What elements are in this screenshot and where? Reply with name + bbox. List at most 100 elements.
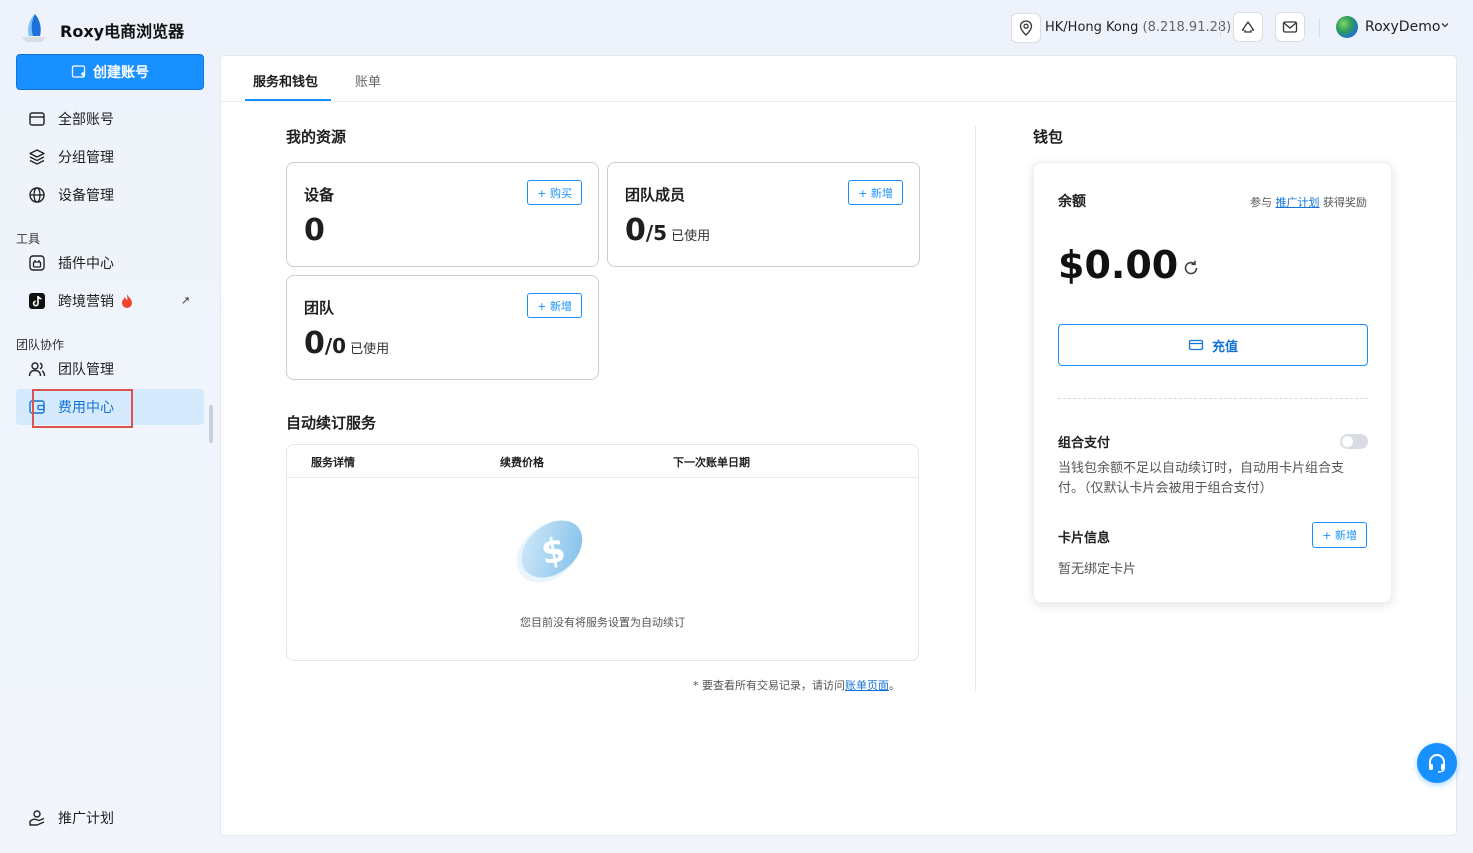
sidebar-item-plugins[interactable]: 插件中心 (16, 245, 204, 281)
users-icon (28, 362, 46, 377)
layers-icon (29, 149, 45, 165)
column-header: 下一次账单日期 (673, 456, 750, 469)
sidebar-item-all-accounts[interactable]: 全部账号 (16, 101, 204, 137)
teams-used-label: 已使用 (350, 342, 390, 357)
divider (1220, 18, 1221, 38)
members-count: 0/5 已使用 (625, 213, 710, 248)
column-header: 续费价格 (500, 456, 544, 469)
affiliate-link[interactable]: 推广计划 (1276, 196, 1320, 209)
auto-renew-table: 服务详情 续费价格 下一次账单日期 $ 您目前没有将服务设置为自动续订 (286, 444, 919, 661)
main-panel: 服务和钱包 账单 我的资源 设备 0 + 购买 团队成员 0/5 已使用 + 新增… (220, 55, 1457, 836)
location-pin-icon (1019, 20, 1033, 36)
footnote-end: 。 (889, 679, 900, 692)
dashed-divider (1058, 398, 1368, 399)
divider (1319, 18, 1320, 38)
teams-total: /0 (324, 334, 347, 358)
app-title: Roxy电商浏览器 (60, 22, 185, 41)
column-header: 服务详情 (311, 456, 355, 469)
tab-bills[interactable]: 账单 (355, 71, 381, 90)
cloud-upload-icon (1241, 21, 1255, 33)
fire-icon (122, 294, 132, 308)
referral-suffix: 获得奖励 (1323, 196, 1367, 209)
teams-label: 团队 (304, 299, 335, 317)
bill-page-link[interactable]: 账单页面 (845, 679, 889, 692)
wallet-card: 余额 参与 推广计划 获得奖励 $0.00 充值 组合支付 当钱包余额不足以自动… (1033, 162, 1392, 603)
create-account-button[interactable]: 创建账号 (16, 54, 204, 90)
location-button[interactable] (1011, 13, 1041, 43)
column-divider (975, 126, 976, 691)
card-icon (1188, 339, 1204, 351)
top-up-label: 充值 (1211, 339, 1238, 355)
dollar-coin-icon: $ (516, 520, 583, 583)
members-label: 团队成员 (625, 186, 686, 204)
sidebar-item-affiliate[interactable]: 推广计划 (16, 800, 204, 836)
combined-payment-toggle[interactable] (1340, 434, 1368, 449)
sidebar-item-label: 分组管理 (58, 150, 114, 166)
card-info-title: 卡片信息 (1058, 531, 1111, 546)
empty-state-text: 您目前没有将服务设置为自动续订 (520, 616, 685, 629)
location-name: HK/Hong Kong (1045, 20, 1139, 35)
transactions-footnote: * 要查看所有交易记录，请访问账单页面。 (693, 677, 900, 693)
add-member-button[interactable]: + 新增 (848, 180, 903, 205)
devices-label: 设备 (304, 186, 335, 204)
sidebar-scrollbar[interactable] (209, 405, 213, 443)
teams-card: 团队 0/0 已使用 + 新增 (286, 275, 599, 380)
sidebar-item-team-management[interactable]: 团队管理 (16, 351, 204, 387)
footnote-text: * 要查看所有交易记录，请访问 (693, 679, 845, 692)
tab-bar: 服务和钱包 账单 (221, 56, 1456, 102)
tab-active-indicator (245, 99, 331, 101)
headset-icon (1429, 754, 1445, 773)
location-ip: (8.218.91.28) (1142, 20, 1232, 35)
auto-renew-title: 自动续订服务 (286, 414, 377, 432)
location-text: HK/Hong Kong (8.218.91.28) (1045, 20, 1231, 35)
members-used-label: 已使用 (671, 229, 711, 244)
refresh-icon[interactable] (1182, 259, 1200, 277)
handshake-icon (29, 810, 45, 826)
members-used-count: 0 (625, 213, 646, 248)
message-button[interactable] (1275, 12, 1305, 42)
customer-support-button[interactable] (1417, 743, 1457, 783)
top-bar: Roxy电商浏览器 HK/Hong Kong (8.218.91.28) Rox… (0, 0, 1473, 56)
combined-payment-title: 组合支付 (1058, 436, 1111, 451)
sidebar-item-label: 推广计划 (58, 811, 114, 827)
devices-count: 0 (304, 213, 325, 248)
add-card-button[interactable]: + 新增 (1312, 522, 1367, 548)
header-divider (287, 477, 918, 478)
teams-count: 0/0 已使用 (304, 326, 389, 361)
referral-prefix: 参与 (1250, 196, 1272, 209)
chevron-down-icon[interactable] (1440, 20, 1450, 30)
devices-card: 设备 0 + 购买 (286, 162, 599, 267)
credit-card-icon (29, 112, 45, 126)
sidebar-item-groups[interactable]: 分组管理 (16, 139, 204, 175)
plugin-icon (29, 255, 45, 271)
highlight-annotation (32, 389, 133, 428)
mail-icon (1282, 21, 1298, 33)
upload-button[interactable] (1233, 12, 1263, 42)
teams-used-count: 0 (304, 326, 325, 361)
sidebar-item-label: 团队管理 (58, 362, 114, 378)
sidebar-item-devices[interactable]: 设备管理 (16, 177, 204, 213)
tab-services-wallet[interactable]: 服务和钱包 (253, 71, 318, 90)
sidebar-item-marketing[interactable]: 跨境营销 ↗ (16, 283, 204, 319)
no-card-text: 暂无绑定卡片 (1058, 562, 1137, 577)
sidebar-item-label: 设备管理 (58, 188, 114, 204)
avatar[interactable] (1336, 16, 1358, 38)
top-up-button[interactable]: 充值 (1058, 324, 1368, 366)
members-card: 团队成员 0/5 已使用 + 新增 (607, 162, 920, 267)
user-name[interactable]: RoxyDemo (1365, 19, 1440, 35)
sidebar-item-label: 全部账号 (58, 112, 114, 128)
globe-icon (29, 187, 45, 203)
sidebar-item-label: 插件中心 (58, 256, 114, 272)
resources-title: 我的资源 (286, 128, 347, 146)
buy-devices-button[interactable]: + 购买 (527, 180, 582, 205)
create-account-label: 创建账号 (93, 65, 149, 81)
tiktok-icon (29, 293, 45, 309)
add-team-button[interactable]: + 新增 (527, 293, 582, 318)
add-window-icon (71, 65, 86, 78)
referral-text: 参与 推广计划 获得奖励 (1250, 194, 1367, 210)
wallet-title: 钱包 (1033, 128, 1064, 146)
sidebar-item-label: 跨境营销 (58, 294, 114, 310)
combined-payment-description: 当钱包余额不足以自动续订时，自动用卡片组合支付。（仅默认卡片会被用于组合支付） (1058, 461, 1345, 496)
balance-amount: $0.00 (1058, 243, 1179, 287)
members-total: /5 (645, 221, 668, 245)
